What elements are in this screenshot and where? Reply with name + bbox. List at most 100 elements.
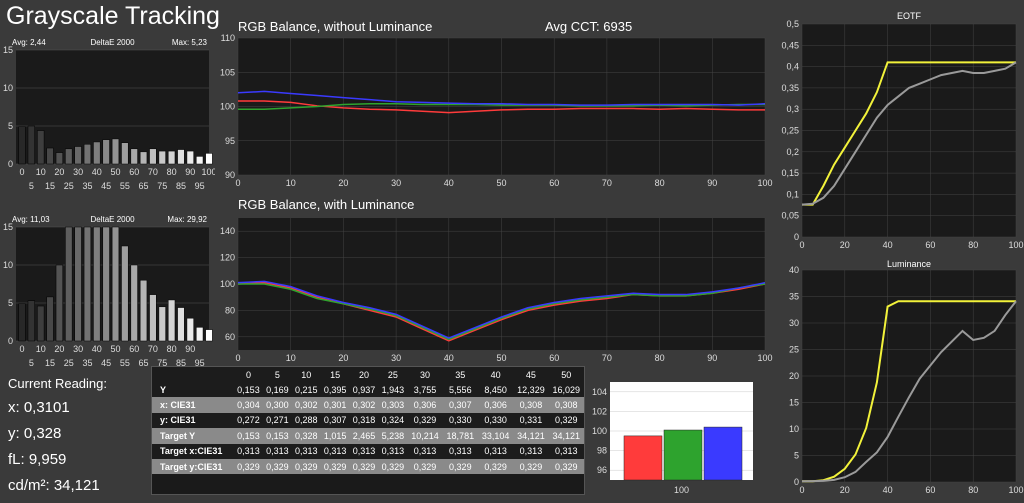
table-cell: 0,313 [477,443,514,459]
y-tick-label: 5 [8,121,13,131]
table-cell: 0,313 [407,443,443,459]
bar [149,148,157,165]
delta-e-max: Max: 29,92 [167,215,207,224]
y-tick-label: 102 [592,406,607,416]
bar [93,141,101,165]
x-tick-label: 90 [185,167,195,177]
table-cell: 0,937 [349,382,379,398]
x-tick-label: 65 [139,181,149,191]
delta-e-chart-bottom: 051015Avg: 11,03 DeltaE 2000 Max: 29,920 10… [3,215,213,368]
bar [74,226,82,342]
table-cell: 0,306 [407,397,443,413]
table-cell: 0,313 [234,443,263,459]
y-tick-label: 0,1 [786,189,799,199]
table-header-cell: 0 [234,367,263,382]
y-tick-label: 0,25 [781,126,799,136]
y-tick-label: 120 [220,253,235,263]
bar-red [623,435,663,481]
table-cell: 0,313 [378,443,408,459]
table-cell: 0,288 [291,412,321,429]
x-tick-label: 0 [235,353,240,363]
y-tick-label: 0,4 [786,62,799,72]
table-header-cell: 40 [477,367,514,382]
x-tick-label: 0 [235,178,240,188]
table-row-label: Y [152,382,234,398]
table-cell: 0,329 [378,458,408,475]
x-tick-label: 70 [148,167,158,177]
bar [121,142,129,165]
table-cell: 0,153 [234,382,263,398]
x-tick-label: 45 [101,181,111,191]
y-tick-label: 104 [592,387,607,397]
x-tick-label: 20 [840,240,850,250]
x-tick-label: 70 [148,344,158,354]
x-tick-label: 50 [496,178,506,188]
table-header-row: 0 5 10 15 20 25 30 35 40 45 50 [152,367,584,382]
x-tick-label: 100 [1008,240,1023,250]
table-cell: 0,302 [349,397,379,413]
y-tick-label: 10 [3,260,13,270]
table-header-cell: 50 [548,367,584,382]
bar [74,146,82,165]
table-cell: 10,214 [407,428,443,444]
y-tick-label: 40 [789,265,799,275]
bar [167,150,176,165]
current-reading-label: Current Reading: [8,376,107,391]
measurement-table: 0 5 10 15 20 25 30 35 40 45 50 Y 0,153 0,169 0,215 0,3… [151,366,585,495]
rgb-balance-chart: 0 10 20 30 40 50 60 70 80 90 1009095100105110RGB B… [220,19,773,188]
table-cell: 0,313 [548,443,584,459]
table-cell: 0,307 [442,397,478,413]
table-cell: 33,104 [477,428,514,444]
bar [65,148,73,165]
bar [37,305,45,342]
page-title: Grayscale Tracking [6,2,220,30]
table-cell: 0,329 [513,458,549,475]
table-cell: 0,331 [513,412,549,429]
bar [93,226,101,342]
y-tick-label: 20 [789,371,799,381]
table-row: y: CIE31 0,272 0,271 0,288 0,307 0,318 0,324 0,… [152,412,584,429]
y-tick-label: 10 [789,424,799,434]
x-tick-label: 40 [92,344,102,354]
table-cell: 16,029 [548,382,584,398]
table-row-label: Target Y [152,428,234,444]
x-tick-label: 20 [338,178,348,188]
y-tick-label: 105 [220,67,235,77]
y-tick-label: 10 [3,83,13,93]
table-cell: 0,329 [262,458,292,475]
x-tick-label: 50 [496,353,506,363]
x-tick-label: 40 [883,485,893,493]
table-cell: 34,121 [548,428,584,444]
bar [102,139,110,165]
table-cell: 0,272 [234,412,263,429]
x-tick-label: 5 [29,181,34,191]
bar [139,151,148,165]
bar [46,147,54,165]
delta-e-max: Max: 5,23 [172,38,208,47]
bar [130,148,138,165]
bar [102,226,110,342]
y-tick-label: 80 [225,305,235,315]
bar [196,327,204,342]
x-tick-label: 30 [391,178,401,188]
table-header-cell: 15 [320,367,350,382]
table-cell: 0,308 [548,397,584,413]
bar [167,299,176,342]
y-tick-label: 95 [225,136,235,146]
bar [55,152,64,165]
table-cell: 0,304 [234,397,263,413]
x-tick-label: 35 [82,358,92,368]
y-tick-label: 100 [592,426,607,436]
rgb-balance-luminance-chart: 0 10 20 30 40 50 60 70 80 90 1006080100120140RGB B… [220,197,773,363]
x-tick-label: 95 [195,181,205,191]
bar [46,296,54,342]
bar [37,130,45,165]
x-tick-label: 20 [54,167,64,177]
x-tick-label: 75 [157,181,167,191]
y-tick-label: 98 [597,446,607,456]
x-tick-label: 10 [36,344,46,354]
table-row: Target y:CIE31 0,329 0,329 0,329 0,329 0,329 0… [152,458,584,475]
x-tick-label: 80 [655,178,665,188]
x-tick-label: 20 [840,485,850,493]
bar [18,303,26,342]
